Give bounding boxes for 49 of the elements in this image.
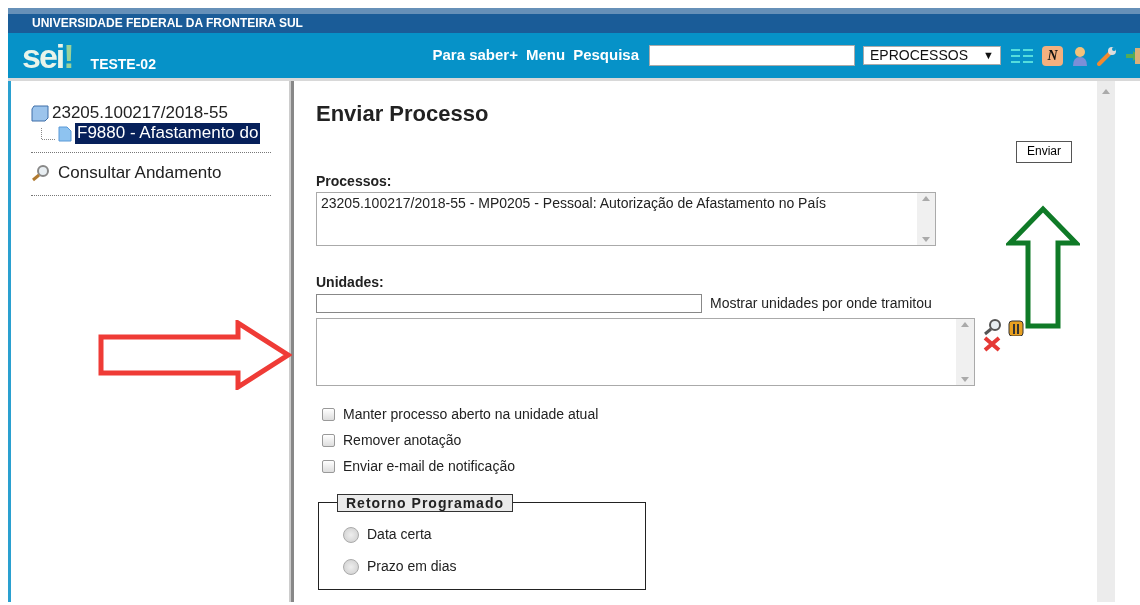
list-icon[interactable] xyxy=(1011,47,1033,64)
process-icon xyxy=(31,104,49,122)
remove-icon[interactable] xyxy=(983,336,1001,352)
search-icon[interactable] xyxy=(983,318,1003,336)
checkbox-label: Remover anotação xyxy=(343,431,462,451)
scroll-up-icon[interactable] xyxy=(922,196,930,201)
show-units-link[interactable]: Mostrar unidades por onde tramitou xyxy=(710,293,932,314)
panel-legend: Retorno Programado xyxy=(337,494,513,512)
building-icon[interactable] xyxy=(1007,318,1025,336)
radio-button[interactable] xyxy=(343,527,359,543)
tree-connector xyxy=(41,127,55,140)
magnifier-icon xyxy=(31,163,51,182)
units-list[interactable] xyxy=(316,318,975,386)
sidebar-link[interactable]: Consultar Andamento xyxy=(58,162,222,184)
checkbox[interactable] xyxy=(322,408,335,422)
document-icon xyxy=(58,125,72,142)
list-item[interactable]: 23205.100217/2018-55 - MP0205 - Pessoal: Autorização de Afastamento no País xyxy=(321,193,913,214)
user-icon[interactable] xyxy=(1072,45,1088,66)
checkbox[interactable] xyxy=(322,434,335,448)
checkbox[interactable] xyxy=(322,460,335,474)
page-title: Enviar Processo xyxy=(316,101,490,128)
send-button[interactable]: Enviar xyxy=(1016,141,1072,163)
process-link[interactable]: 23205.100217/2018-55 xyxy=(52,103,228,124)
logo: sei! xyxy=(22,38,73,73)
units-field[interactable] xyxy=(316,294,702,313)
header-link[interactable]: Pesquisa xyxy=(573,44,639,67)
scroll-up-icon[interactable] xyxy=(961,322,969,327)
radio-button[interactable] xyxy=(343,559,359,575)
institution-name: UNIVERSIDADE FEDERAL DA FRONTEIRA SUL xyxy=(8,8,1140,33)
exit-icon[interactable] xyxy=(1126,45,1140,66)
header-link[interactable]: Para saber+ xyxy=(432,44,518,67)
notes-icon[interactable]: N xyxy=(1042,45,1063,66)
checkbox-label: Enviar e-mail de notificação xyxy=(343,457,515,477)
scroll-down-icon[interactable] xyxy=(922,237,930,242)
document-link[interactable]: F9880 - Afastamento do xyxy=(75,123,261,144)
radio-label: Data certa xyxy=(367,525,432,545)
scope-select[interactable]: EPROCESSOS ▼ xyxy=(863,46,1001,65)
scroll-up-icon[interactable] xyxy=(1102,89,1110,94)
wrench-icon[interactable] xyxy=(1097,45,1117,66)
units-label: Unidades: xyxy=(316,273,385,292)
scrollbar[interactable] xyxy=(1097,81,1115,602)
unit-name: TESTE-02 xyxy=(90,55,156,74)
header-link[interactable]: Menu xyxy=(525,44,566,67)
radio-label: Prazo em dias xyxy=(367,557,457,577)
checkbox-label: Manter processo aberto na unidade atual xyxy=(343,405,599,425)
search-field[interactable] xyxy=(649,45,855,66)
processes-list[interactable]: 23205.100217/2018-55 - MP0205 - Pessoal: Autorização de Afastamento no País xyxy=(316,192,936,246)
processes-label: Processos: xyxy=(316,172,393,191)
scroll-down-icon[interactable] xyxy=(961,377,969,382)
